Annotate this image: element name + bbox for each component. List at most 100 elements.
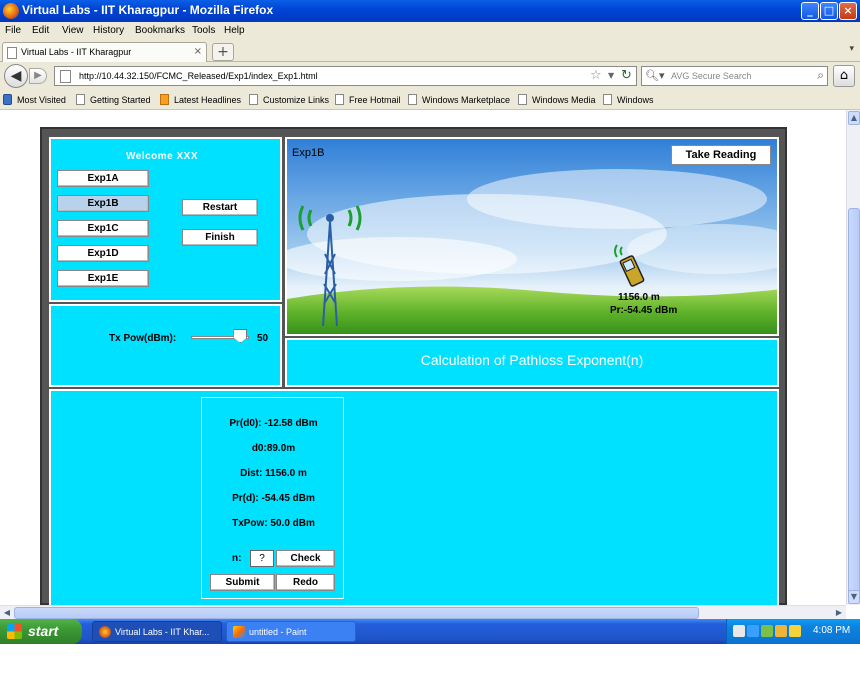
firefox-icon: [3, 3, 19, 19]
vertical-scroll-thumb[interactable]: [848, 208, 860, 595]
close-button[interactable]: ×: [839, 2, 857, 20]
phone-received-power-label: Pr:-54.45 dBm: [610, 305, 678, 316]
tx-power-slider-thumb[interactable]: [233, 329, 248, 343]
page-icon: [335, 94, 344, 105]
bookmark-latest-headlines[interactable]: Latest Headlines: [160, 94, 241, 105]
home-button[interactable]: ⌂: [833, 65, 855, 87]
page-icon: [408, 94, 417, 105]
scroll-right-icon[interactable]: ▶: [833, 607, 845, 619]
n-label: n:: [232, 553, 242, 564]
tab-list-chevron-icon[interactable]: ▾: [849, 44, 854, 54]
n-input[interactable]: [250, 550, 274, 567]
taskbar-item-firefox[interactable]: Virtual Labs - IIT Khar...: [92, 621, 222, 642]
search-go-icon[interactable]: ⌕: [817, 68, 824, 83]
tab-strip: Virtual Labs - IIT Kharagpur × + ▾: [0, 40, 860, 62]
exp1d-button[interactable]: Exp1D: [57, 245, 149, 262]
reading-pr-d: Pr(d): -54.45 dBm: [232, 493, 315, 504]
scroll-up-icon[interactable]: ▲: [848, 111, 860, 125]
menu-bar: File Edit View History Bookmarks Tools H…: [0, 22, 860, 40]
exp1a-button[interactable]: Exp1A: [57, 170, 149, 187]
vertical-scrollbar[interactable]: ▲ ▼: [846, 110, 860, 605]
bookmark-customize-links[interactable]: Customize Links: [249, 94, 329, 105]
most-visited-icon: [3, 94, 12, 105]
redo-button[interactable]: Redo: [276, 574, 335, 591]
rss-icon: [160, 94, 169, 105]
maximize-button[interactable]: □: [820, 2, 838, 20]
scroll-down-icon[interactable]: ▼: [848, 590, 860, 604]
welcome-text: Welcome XXX: [126, 151, 199, 162]
scroll-left-icon[interactable]: ◀: [1, 607, 13, 619]
readings-panel: Pr(d0): -12.58 dBm d0:89.0m Dist: 1156.0…: [49, 389, 779, 605]
page-icon: [249, 94, 258, 105]
minimize-button[interactable]: _: [801, 2, 819, 20]
menu-history[interactable]: History: [93, 25, 124, 36]
finish-button[interactable]: Finish: [182, 229, 258, 246]
search-input[interactable]: AVG Secure Search: [671, 71, 751, 81]
page-icon: [603, 94, 612, 105]
taskbar-clock[interactable]: 4:08 PM: [813, 625, 850, 636]
simulation-scene: Exp1B Take Reading 1156.0 m Pr:-54.45 dB…: [285, 137, 779, 336]
calculation-title: Calculation of Pathloss Exponent(n): [420, 352, 644, 368]
windows-taskbar: start Virtual Labs - IIT Khar... untitle…: [0, 619, 860, 644]
url-bar[interactable]: http://10.44.32.150/FCMC_Released/Exp1/i…: [54, 66, 637, 86]
new-tab-button[interactable]: +: [212, 43, 234, 61]
search-box[interactable]: 🔍︎▾ AVG Secure Search ⌕: [641, 66, 828, 86]
back-button[interactable]: ◀: [4, 64, 28, 88]
exp1c-button[interactable]: Exp1C: [57, 220, 149, 237]
take-reading-button[interactable]: Take Reading: [671, 145, 771, 165]
tray-network-icon[interactable]: [733, 625, 745, 637]
menu-help[interactable]: Help: [224, 25, 245, 36]
tray-security-icon[interactable]: [775, 625, 787, 637]
search-engine-icon[interactable]: 🔍︎▾: [645, 69, 665, 82]
tab-label: Virtual Labs - IIT Kharagpur: [21, 47, 132, 57]
bookmark-most-visited[interactable]: Most Visited: [3, 94, 66, 105]
bookmark-windows-marketplace[interactable]: Windows Marketplace: [408, 94, 510, 105]
readings-box: Pr(d0): -12.58 dBm d0:89.0m Dist: 1156.0…: [201, 397, 344, 599]
tx-power-panel: Tx Pow(dBm): 50: [49, 304, 282, 387]
bookmark-star-icon[interactable]: ☆: [590, 68, 602, 83]
bookmark-windows[interactable]: Windows: [603, 94, 654, 105]
restart-button[interactable]: Restart: [182, 199, 258, 216]
bookmark-free-hotmail[interactable]: Free Hotmail: [335, 94, 401, 105]
cell-tower-icon: [298, 205, 362, 327]
window-titlebar: Virtual Labs - IIT Kharagpur - Mozilla F…: [0, 0, 860, 22]
menu-edit[interactable]: Edit: [32, 25, 49, 36]
phone-distance-label: 1156.0 m: [618, 292, 660, 303]
lab-app: Welcome XXX Exp1A Exp1B Exp1C Exp1D Exp1…: [40, 127, 787, 605]
page-icon: [60, 70, 71, 83]
tray-display-icon[interactable]: [747, 625, 759, 637]
reading-d0: d0:89.0m: [251, 443, 296, 454]
bookmark-getting-started[interactable]: Getting Started: [76, 94, 151, 105]
firefox-icon: [99, 626, 111, 638]
tab-virtual-labs[interactable]: Virtual Labs - IIT Kharagpur ×: [2, 42, 207, 62]
tx-power-label: Tx Pow(dBm):: [109, 333, 177, 344]
menu-file[interactable]: File: [5, 25, 21, 36]
forward-button[interactable]: ▶: [29, 68, 47, 84]
reload-icon[interactable]: ↻: [621, 68, 632, 83]
check-button[interactable]: Check: [276, 550, 335, 567]
close-tab-icon[interactable]: ×: [194, 46, 202, 57]
horizontal-scrollbar[interactable]: ◀ ▶: [0, 605, 846, 619]
navigation-toolbar: ◀ ▶ http://10.44.32.150/FCMC_Released/Ex…: [0, 62, 860, 90]
horizontal-scroll-thumb[interactable]: [14, 607, 699, 619]
tray-avg-icon[interactable]: [789, 625, 801, 637]
taskbar-item-paint[interactable]: untitled - Paint: [226, 621, 356, 642]
reading-tx-power: TxPow: 50.0 dBm: [232, 518, 315, 529]
url-dropdown-icon[interactable]: ▼: [608, 71, 614, 80]
windows-flag-icon: [7, 624, 22, 639]
forward-arrow-icon: ▶: [34, 70, 42, 81]
page-viewport: Welcome XXX Exp1A Exp1B Exp1C Exp1D Exp1…: [0, 110, 860, 605]
submit-button[interactable]: Submit: [210, 574, 275, 591]
mobile-phone-icon: [614, 244, 645, 287]
menu-view[interactable]: View: [62, 25, 84, 36]
exp1b-button[interactable]: Exp1B: [57, 195, 149, 212]
bookmarks-toolbar: Most Visited Getting Started Latest Head…: [0, 90, 860, 110]
tray-safely-remove-icon[interactable]: [761, 625, 773, 637]
exp1e-button[interactable]: Exp1E: [57, 270, 149, 287]
start-button[interactable]: start: [0, 619, 82, 644]
url-text[interactable]: http://10.44.32.150/FCMC_Released/Exp1/i…: [79, 71, 318, 81]
page-icon: [518, 94, 527, 105]
menu-tools[interactable]: Tools: [192, 25, 215, 36]
menu-bookmarks[interactable]: Bookmarks: [135, 25, 185, 36]
bookmark-windows-media[interactable]: Windows Media: [518, 94, 596, 105]
